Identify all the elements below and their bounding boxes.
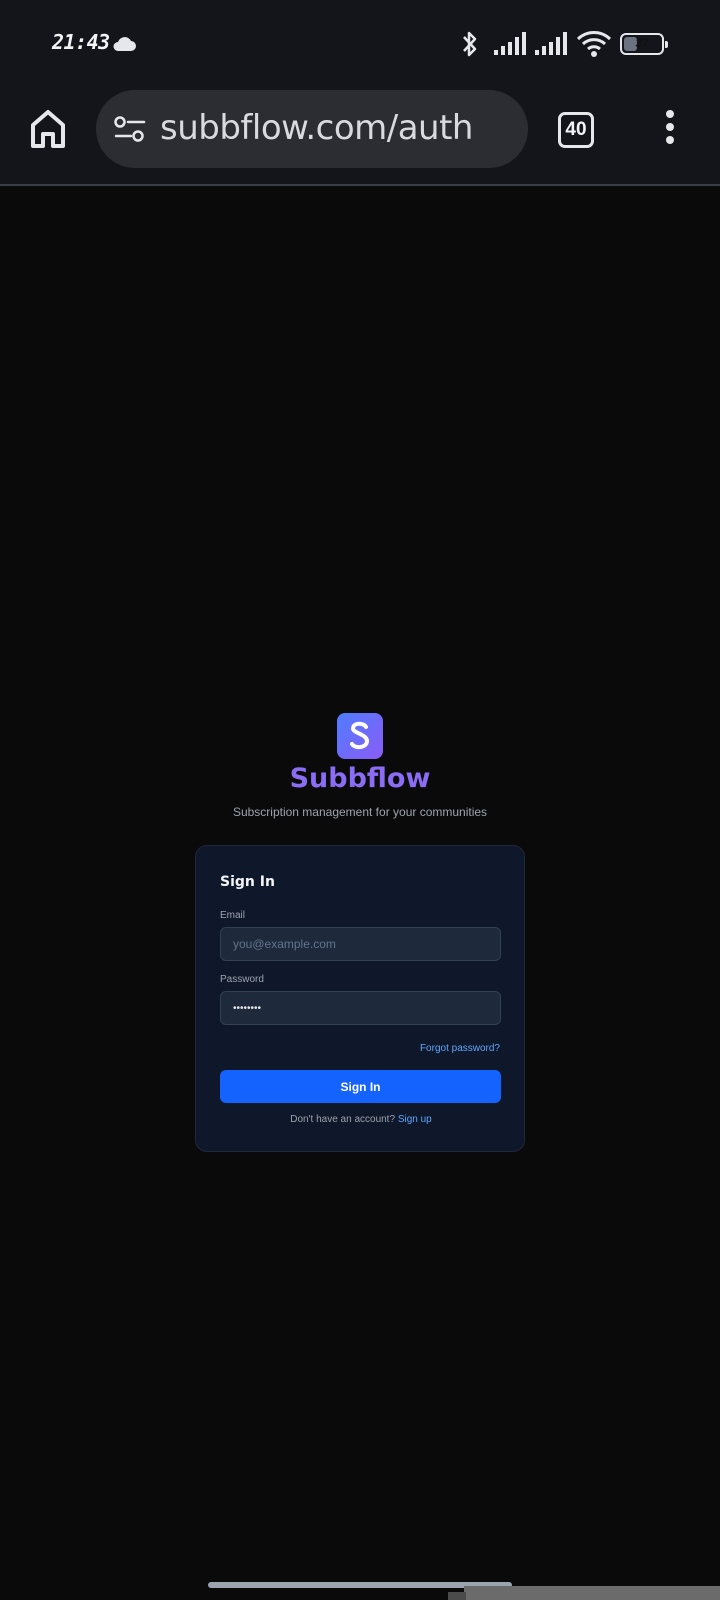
password-field[interactable] [220,991,501,1025]
more-menu-icon[interactable] [660,110,680,150]
signin-button[interactable]: Sign In [220,1070,501,1103]
app-name: Subbflow [289,763,431,794]
bluetooth-icon [463,31,477,57]
app-logo [337,713,383,759]
tab-switcher-button[interactable]: 40 [558,112,594,148]
home-icon[interactable] [29,108,67,150]
overlay-box-2 [448,1592,466,1600]
overlay-box [464,1586,720,1600]
forgot-password-link[interactable]: Forgot password? [420,1043,500,1054]
status-time: 21:43 [52,30,110,54]
signin-card: Sign In Email Password Forgot password? … [195,845,525,1152]
status-bar: 21:43 37 [0,0,720,88]
email-field[interactable] [220,927,501,961]
cloud-icon [113,37,136,51]
app-tagline: Subscription management for your communi… [232,805,488,819]
no-account-text: Don't have an account? [290,1114,396,1125]
address-bar[interactable]: subbflow.com/auth [96,90,528,168]
password-label: Password [220,974,264,985]
site-settings-icon[interactable] [114,116,146,144]
signin-title: Sign In [220,874,275,890]
signup-row: Don't have an account? Sign up [196,1114,526,1125]
email-label: Email [220,910,246,921]
signal-icon-2 [535,32,567,55]
signup-link[interactable]: Sign up [398,1114,432,1125]
signal-icon [494,32,526,55]
browser-toolbar: subbflow.com/auth 40 [0,88,720,186]
battery-icon: 37 [620,33,668,55]
wifi-icon [576,31,612,57]
battery-percent: 37 [635,36,649,50]
url-text[interactable]: subbflow.com/auth [160,108,473,148]
logo-s-glyph [350,721,370,750]
